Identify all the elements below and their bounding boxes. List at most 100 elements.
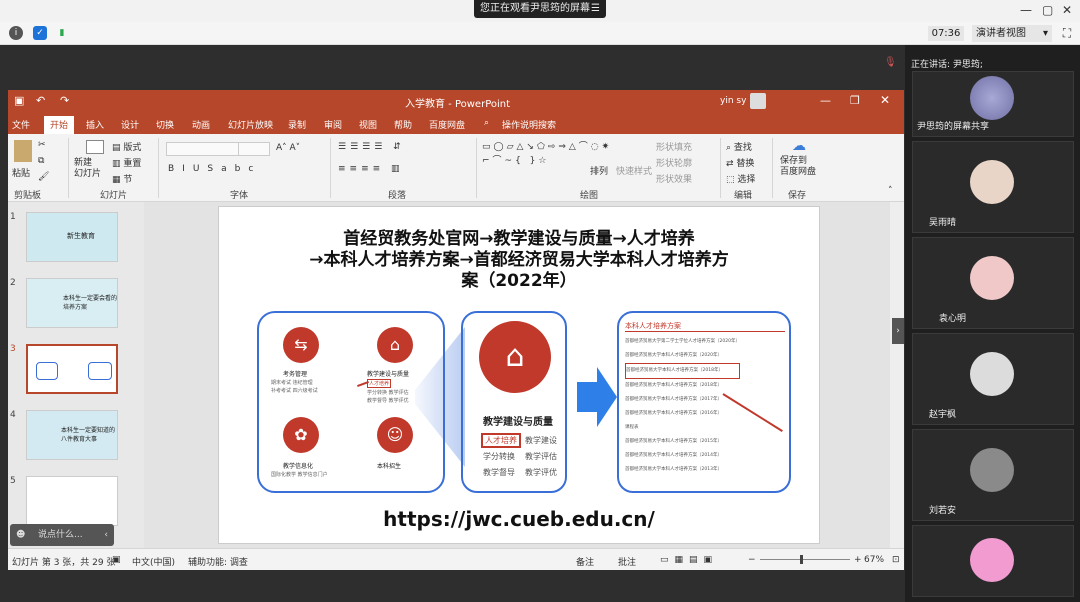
maximize-button[interactable]: ▢: [1042, 3, 1053, 17]
redo-icon[interactable]: ↷: [60, 94, 69, 107]
vertical-scrollbar[interactable]: [890, 202, 904, 548]
fit-slide-icon[interactable]: ⊡: [892, 555, 900, 565]
ppt-minimize-icon[interactable]: —: [820, 94, 831, 107]
current-slide[interactable]: 首经贸教务处官网→教学建设与质量→人才培养 →本科人才培养方案→首都经济贸易大学…: [218, 206, 820, 544]
tell-me-search[interactable]: 操作说明搜索: [502, 118, 556, 131]
tab-view[interactable]: 视图: [359, 118, 377, 131]
list-item: 首都经济贸易大学本科人才培养方案（2013年）: [625, 467, 722, 472]
paragraph-buttons[interactable]: ☰☰☰☰ ⇵: [338, 142, 405, 152]
shape-fill-button[interactable]: 形状填充: [656, 140, 692, 153]
tab-slideshow[interactable]: 幻灯片放映: [228, 118, 273, 131]
user-avatar[interactable]: [750, 93, 766, 109]
participant-tile[interactable]: 吴雨晴: [912, 141, 1074, 233]
cut-icon[interactable]: ✂: [38, 140, 46, 150]
tab-transitions[interactable]: 切换: [156, 118, 174, 131]
view-buttons[interactable]: ▭▦▤▣: [660, 555, 718, 565]
panel1-sub: 补考考试 四六级考试: [271, 388, 318, 394]
screen-share-banner[interactable]: 您正在观看尹思筠的屏幕 ☰: [474, 0, 606, 18]
zoom-level[interactable]: 67%: [864, 555, 884, 565]
minimize-button[interactable]: —: [1020, 3, 1032, 17]
ppt-close-icon[interactable]: ✕: [880, 93, 890, 107]
participant-tile-presenter[interactable]: 尹思筠的屏幕共享: [912, 71, 1074, 137]
tab-design[interactable]: 设计: [121, 118, 139, 131]
signal-icon[interactable]: ▮: [55, 26, 69, 40]
list-item: 首都经济贸易大学第二学士学位人才培养方案（2020年）: [625, 339, 740, 344]
banner-menu-icon[interactable]: ☰: [591, 0, 600, 18]
divider: [476, 138, 477, 198]
undo-icon[interactable]: ↶: [36, 94, 45, 107]
paste-button[interactable]: 粘贴: [12, 166, 30, 179]
emoji-icon[interactable]: ☻: [16, 524, 25, 546]
meeting-clock: 07:36: [928, 26, 964, 41]
tab-review[interactable]: 审阅: [324, 118, 342, 131]
zoom-out-button[interactable]: −: [748, 555, 756, 565]
thumb-shape: [88, 362, 112, 380]
font-size-select[interactable]: [238, 142, 270, 156]
zoom-slider[interactable]: [760, 559, 850, 560]
save-icon[interactable]: ▣: [14, 94, 24, 107]
select-button[interactable]: ⬚ 选择: [726, 172, 755, 185]
tab-animations[interactable]: 动画: [192, 118, 210, 131]
slide-thumbnail-3[interactable]: [26, 344, 118, 394]
new-slide-icon[interactable]: [86, 140, 104, 154]
participant-tile[interactable]: 赵宇枫: [912, 333, 1074, 425]
shape-outline-button[interactable]: 形状轮廓: [656, 156, 692, 169]
baidu-cloud-icon[interactable]: ☁: [792, 138, 806, 154]
fullscreen-icon[interactable]: ⛶: [1060, 26, 1074, 40]
ribbon-tabs: 文件 开始 插入 设计 切换 动画 幻灯片放映 录制 审阅 视图 帮助 百度网盘…: [8, 114, 904, 134]
language-label[interactable]: 中文(中国): [132, 555, 175, 568]
slide-thumbnail-1[interactable]: 新生教育: [26, 212, 118, 262]
collapse-ribbon-icon[interactable]: ˄: [888, 186, 893, 196]
section-button[interactable]: ▦ 节: [112, 172, 132, 185]
save-baidu-button[interactable]: 保存到 百度网盘: [780, 156, 816, 178]
chat-input[interactable]: ☻ 说点什么... ‹: [10, 524, 114, 546]
slide-thumbnail-5[interactable]: [26, 476, 118, 526]
accessibility-status[interactable]: 辅助功能: 调查: [188, 555, 248, 568]
new-slide-button[interactable]: 新建 幻灯片: [74, 158, 101, 180]
view-mode-select[interactable]: 演讲者视图 ▾: [972, 25, 1052, 42]
format-painter-icon[interactable]: 🖌: [38, 172, 49, 182]
spellcheck-icon[interactable]: ▣: [112, 555, 121, 565]
ppt-restore-icon[interactable]: ❐: [850, 94, 860, 107]
participant-tile[interactable]: 袁心明: [912, 237, 1074, 329]
participant-tile[interactable]: 刘若安: [912, 429, 1074, 521]
tab-record[interactable]: 录制: [288, 118, 306, 131]
shape-effects-button[interactable]: 形状效果: [656, 172, 692, 185]
replace-button[interactable]: ⇄ 替换: [726, 156, 754, 169]
tab-help[interactable]: 帮助: [394, 118, 412, 131]
program-list-panel: 本科人才培养方案 首都经济贸易大学第二学士学位人才培养方案（2020年） 首都经…: [617, 311, 791, 493]
search-icon: ⌕: [484, 118, 490, 128]
align-buttons[interactable]: ≡≡≡≡ ▥: [338, 164, 404, 174]
user-name[interactable]: yin sy: [720, 96, 746, 106]
grow-font-icon[interactable]: A˄ A˅: [276, 143, 300, 153]
quick-styles-button[interactable]: 快速样式: [616, 164, 652, 177]
shapes-gallery[interactable]: ▭◯▱△↘⬠⇨⇒△⌒◌✷ ⌐⌒~{ }☆: [482, 140, 609, 168]
font-format-buttons[interactable]: BIUSabc: [168, 164, 261, 174]
tab-home[interactable]: 开始: [44, 116, 75, 134]
arrange-button[interactable]: 排列: [590, 164, 608, 177]
zoom-slider-thumb[interactable]: [800, 555, 803, 564]
zoom-in-button[interactable]: +: [854, 555, 862, 565]
copy-icon[interactable]: ⧉: [38, 156, 44, 166]
slide-thumbnail-4[interactable]: 本科生一定要知道的 八件教育大事: [26, 410, 118, 460]
group-label: 字体: [230, 191, 249, 201]
collapse-panel-handle[interactable]: ›: [892, 318, 904, 344]
shield-icon[interactable]: ✓: [33, 26, 47, 40]
paste-icon[interactable]: [14, 140, 32, 162]
chevron-left-icon[interactable]: ‹: [104, 524, 108, 546]
notes-button[interactable]: 备注: [576, 555, 594, 568]
info-icon[interactable]: i: [9, 26, 23, 40]
reset-button[interactable]: ▥ 重置: [112, 156, 141, 169]
replace-label: 替换: [736, 159, 755, 169]
comments-button[interactable]: 批注: [618, 555, 636, 568]
layout-button[interactable]: ▤ 版式: [112, 140, 141, 153]
slide-thumbnail-2[interactable]: 本科生一定要会看的 培养方案: [26, 278, 118, 328]
tab-insert[interactable]: 插入: [86, 118, 104, 131]
tab-baidu[interactable]: 百度网盘: [429, 118, 465, 131]
panel1-sub: 教学督导 教学评优: [367, 398, 409, 404]
tab-file[interactable]: 文件: [12, 118, 30, 131]
close-button[interactable]: ✕: [1062, 3, 1072, 17]
avatar: [970, 352, 1014, 396]
find-button[interactable]: ⌕ 查找: [726, 140, 752, 153]
participant-tile[interactable]: [912, 525, 1074, 597]
